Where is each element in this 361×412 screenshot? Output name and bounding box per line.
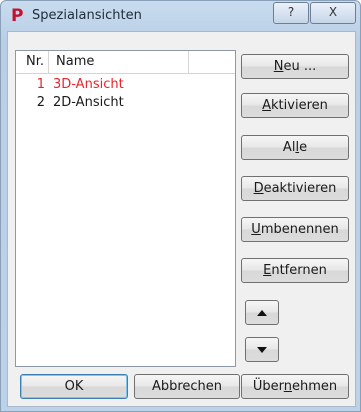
ok-button[interactable]: OK bbox=[20, 374, 128, 399]
dialog-body: Nr. Name 1 3D-Ansicht 2 2D-Ansicht Neu .… bbox=[7, 31, 356, 407]
apply-button[interactable]: Übernehmen bbox=[241, 374, 349, 399]
label-accel: U bbox=[251, 222, 261, 237]
window-title: Spezialansichten bbox=[32, 8, 142, 23]
app-logo-icon: P bbox=[11, 6, 24, 26]
move-up-button[interactable] bbox=[245, 300, 279, 325]
title-bar[interactable]: P Spezialansichten ? X bbox=[1, 1, 360, 31]
label-post: mbenennen bbox=[260, 222, 339, 237]
arrow-down-icon bbox=[257, 346, 267, 353]
label-accel: D bbox=[253, 181, 264, 196]
list-item-nr: 2 bbox=[36, 95, 45, 110]
column-header-nr[interactable]: Nr. bbox=[16, 51, 49, 73]
list-item[interactable]: 2 2D-Ansicht bbox=[16, 94, 235, 112]
arrow-up-icon bbox=[257, 309, 267, 316]
label-post: ktivieren bbox=[271, 98, 328, 113]
deactivate-button[interactable]: Deaktivieren bbox=[241, 176, 349, 201]
list-header: Nr. Name bbox=[16, 51, 235, 74]
label-accel: A bbox=[262, 98, 272, 113]
column-header-name[interactable]: Name bbox=[56, 51, 188, 73]
label-pre: Al bbox=[282, 140, 296, 155]
views-list[interactable]: Nr. Name 1 3D-Ansicht 2 2D-Ansicht bbox=[15, 50, 236, 367]
label-post: ehmen bbox=[292, 379, 338, 394]
help-button[interactable]: ? bbox=[273, 2, 309, 24]
label-accel: n bbox=[283, 379, 292, 394]
label-pre: Über bbox=[252, 379, 284, 394]
remove-button[interactable]: Entfernen bbox=[241, 258, 349, 283]
move-down-button[interactable] bbox=[245, 337, 279, 362]
label-post: eaktivieren bbox=[263, 181, 337, 196]
label-post: ntfernen bbox=[271, 263, 327, 278]
close-button[interactable]: X bbox=[310, 2, 356, 24]
list-item-nr: 1 bbox=[36, 77, 45, 92]
label-post: eu ... bbox=[283, 59, 317, 74]
rename-button[interactable]: Umbenennen bbox=[241, 217, 349, 242]
list-item-name: 2D-Ansicht bbox=[53, 95, 124, 110]
cancel-button[interactable]: Abbrechen bbox=[134, 374, 240, 399]
dialog-window: P Spezialansichten ? X Nr. Name 1 3D-Ans… bbox=[0, 0, 361, 412]
label-accel: N bbox=[273, 59, 284, 74]
all-button[interactable]: Alle bbox=[241, 135, 349, 160]
list-item-name: 3D-Ansicht bbox=[53, 77, 124, 92]
column-separator[interactable] bbox=[188, 51, 189, 73]
list-item[interactable]: 1 3D-Ansicht bbox=[16, 76, 235, 94]
label-post: e bbox=[299, 140, 308, 155]
new-button[interactable]: Neu ... bbox=[241, 54, 349, 79]
activate-button[interactable]: Aktivieren bbox=[241, 93, 349, 118]
